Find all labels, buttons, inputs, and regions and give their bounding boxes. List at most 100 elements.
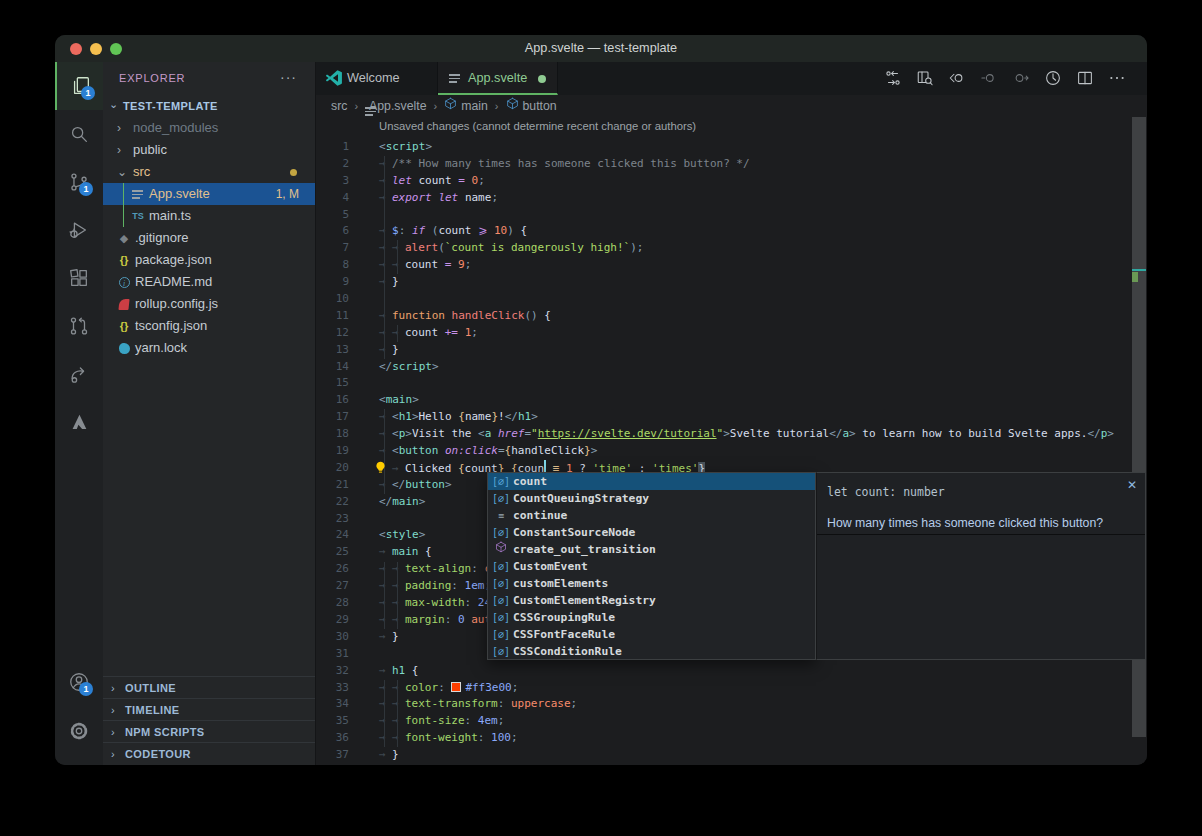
activity-bar-item-explorer[interactable]: 1 bbox=[55, 62, 103, 110]
activity-bar-item-accounts[interactable]: 1 bbox=[55, 658, 103, 706]
chevron-right-icon: › bbox=[111, 743, 115, 765]
suggest-item-cssconditionrule[interactable]: [∅]CSSConditionRule bbox=[488, 643, 815, 660]
sidebar-section-outline[interactable]: ›OUTLINE bbox=[103, 676, 315, 698]
tree-item-node-modules[interactable]: ›node_modules bbox=[103, 117, 315, 139]
suggest-item-continue[interactable]: ≡continue bbox=[488, 507, 815, 524]
suggest-item-create_out_transition[interactable]: create_out_transition bbox=[488, 541, 815, 558]
git-icon: ◆ bbox=[117, 231, 131, 245]
suggest-item-customevent[interactable]: [∅]CustomEvent bbox=[488, 558, 815, 575]
suggest-docs-description: How many times has someone clicked this … bbox=[827, 516, 1103, 530]
line-number: 6 bbox=[316, 223, 349, 240]
suggest-item-cssgroupingrule[interactable]: [∅]CSSGroupingRule bbox=[488, 609, 815, 626]
code-line-32[interactable]: 32→h1 { bbox=[316, 663, 1147, 680]
activity-bar-item-github-pull-requests[interactable] bbox=[55, 302, 103, 350]
breadcrumb-item[interactable]: button bbox=[523, 95, 557, 117]
code-line-35[interactable]: 35→→font-size: 4em; bbox=[316, 713, 1147, 730]
code-line-12[interactable]: 12→→count += 1; bbox=[316, 325, 1147, 342]
code-line-6[interactable]: 6→$: if (count ⩾ 10) { bbox=[316, 223, 1147, 240]
code-line-13[interactable]: 13→} bbox=[316, 342, 1147, 359]
more-actions-icon[interactable] bbox=[1108, 69, 1126, 87]
tree-item-app-svelte[interactable]: App.svelte1, M bbox=[103, 183, 315, 205]
code-line-4[interactable]: 4→export let name; bbox=[316, 190, 1147, 207]
tree-item-src[interactable]: ⌄src bbox=[103, 161, 315, 183]
project-root[interactable]: ⌄ TEST-TEMPLATE bbox=[103, 95, 315, 117]
yarn-icon bbox=[117, 341, 131, 355]
suggest-item-constantsourcenode[interactable]: [∅]ConstantSourceNode bbox=[488, 524, 815, 541]
chevron-right-icon: › bbox=[117, 139, 121, 161]
tab-app-svelte[interactable]: App.svelte bbox=[438, 62, 558, 95]
activity-bar-item-source-control[interactable]: 1 bbox=[55, 158, 103, 206]
tree-item-package-json[interactable]: {}package.json bbox=[103, 249, 315, 271]
code-line-19[interactable]: 19→<button on:click={handleClick}> bbox=[316, 443, 1147, 460]
more-actions-icon[interactable]: ··· bbox=[280, 62, 297, 93]
code-editor[interactable]: Unsaved changes (cannot determine recent… bbox=[316, 117, 1147, 765]
code-line-3[interactable]: 3→let count = 0; bbox=[316, 173, 1147, 190]
scrollbar[interactable] bbox=[1132, 117, 1146, 765]
sidebar-section-npm-scripts[interactable]: ›NPM SCRIPTS bbox=[103, 720, 315, 742]
activity-bar-item-extensions[interactable] bbox=[55, 254, 103, 302]
previous-change-icon[interactable] bbox=[980, 69, 998, 87]
tree-item-rollup-config-js[interactable]: rollup.config.js bbox=[103, 293, 315, 315]
compare-changes-icon[interactable] bbox=[884, 69, 902, 87]
tree-item-tsconfig-json[interactable]: {}tsconfig.json bbox=[103, 315, 315, 337]
code-line-9[interactable]: 9→} bbox=[316, 274, 1147, 291]
code-line-37[interactable]: 37→} bbox=[316, 747, 1147, 764]
code-line-34[interactable]: 34→→text-transform: uppercase; bbox=[316, 696, 1147, 713]
overview-ruler-modified-mark bbox=[1132, 272, 1138, 282]
indent-guide bbox=[384, 562, 385, 630]
activity-bar-item-settings[interactable] bbox=[55, 707, 103, 755]
sidebar-section-codetour[interactable]: ›CODETOUR bbox=[103, 742, 315, 764]
rollup-icon bbox=[117, 297, 131, 311]
code-line-33[interactable]: 33→→color: #ff3e00; bbox=[316, 680, 1147, 697]
code-line-14[interactable]: 14</script> bbox=[316, 359, 1147, 376]
activity-bar-item-run-debug[interactable] bbox=[55, 206, 103, 254]
color-swatch[interactable] bbox=[451, 682, 461, 692]
suggest-item-countqueuingstrategy[interactable]: [∅]CountQueuingStrategy bbox=[488, 490, 815, 507]
code-line-17[interactable]: 17→<h1>Hello {name}!</h1> bbox=[316, 409, 1147, 426]
activity-bar-item-azure[interactable] bbox=[55, 398, 103, 446]
codelens-annotation: Unsaved changes (cannot determine recent… bbox=[379, 120, 696, 132]
breadcrumb-item[interactable]: main bbox=[461, 95, 488, 117]
breadcrumb[interactable]: src›App.svelte›main›button bbox=[316, 95, 1147, 117]
code-line-16[interactable]: 16<main> bbox=[316, 392, 1147, 409]
line-number: 20 bbox=[316, 460, 349, 477]
code-line-15[interactable]: 15 bbox=[316, 375, 1147, 392]
code-line-11[interactable]: 11→function handleClick() { bbox=[316, 308, 1147, 325]
activity-bar-item-search[interactable] bbox=[55, 110, 103, 158]
title-bar[interactable]: App.svelte — test-template bbox=[55, 35, 1147, 62]
suggest-item-cssfontfacerule[interactable]: [∅]CSSFontFaceRule bbox=[488, 626, 815, 643]
tab-welcome[interactable]: Welcome bbox=[317, 62, 438, 95]
code-line-7[interactable]: 7→→alert(`count is dangerously high!`); bbox=[316, 240, 1147, 257]
split-editor-icon[interactable] bbox=[1076, 69, 1094, 87]
code-line-10[interactable]: 10 bbox=[316, 291, 1147, 308]
lightbulb-icon[interactable] bbox=[374, 461, 388, 475]
tree-item-public[interactable]: ›public bbox=[103, 139, 315, 161]
code-line-18[interactable]: 18→<p>Visit the <a href="https://svelte.… bbox=[316, 426, 1147, 443]
code-line-8[interactable]: 8→→count = 9; bbox=[316, 257, 1147, 274]
close-icon[interactable]: ✕ bbox=[1127, 478, 1137, 492]
tree-item-readme-md[interactable]: iREADME.md bbox=[103, 271, 315, 293]
code-line-1[interactable]: 1<script> bbox=[316, 139, 1147, 156]
line-number: 18 bbox=[316, 426, 349, 443]
suggest-item-customelementregistry[interactable]: [∅]CustomElementRegistry bbox=[488, 592, 815, 609]
badge: 1 bbox=[79, 182, 93, 196]
tree-item--gitignore[interactable]: ◆.gitignore bbox=[103, 227, 315, 249]
breadcrumb-item[interactable]: App.svelte bbox=[369, 95, 426, 117]
code-line-5[interactable]: 5 bbox=[316, 207, 1147, 224]
unsaved-dot[interactable] bbox=[538, 75, 546, 83]
code-line-2[interactable]: 2→/** How many times has someone clicked… bbox=[316, 156, 1147, 173]
next-change-icon[interactable] bbox=[1012, 69, 1030, 87]
navigate-back-icon[interactable] bbox=[948, 69, 966, 87]
suggest-item-count[interactable]: [∅]count bbox=[488, 473, 815, 490]
suggest-item-customelements[interactable]: [∅]customElements bbox=[488, 575, 815, 592]
activity-bar-item-live-share[interactable] bbox=[55, 350, 103, 398]
timeline-view-icon[interactable] bbox=[1044, 69, 1062, 87]
breadcrumb-item[interactable]: src bbox=[331, 95, 347, 117]
chevron-down-icon: ⌄ bbox=[109, 98, 118, 111]
sidebar-section-timeline[interactable]: ›TIMELINE bbox=[103, 698, 315, 720]
code-line-36[interactable]: 36→→font-weight: 100; bbox=[316, 730, 1147, 747]
tree-item-yarn-lock[interactable]: yarn.lock bbox=[103, 337, 315, 359]
activity-bar: 1 1 1 bbox=[55, 62, 103, 765]
tree-item-main-ts[interactable]: TSmain.ts bbox=[103, 205, 315, 227]
open-preview-icon[interactable] bbox=[916, 69, 934, 87]
